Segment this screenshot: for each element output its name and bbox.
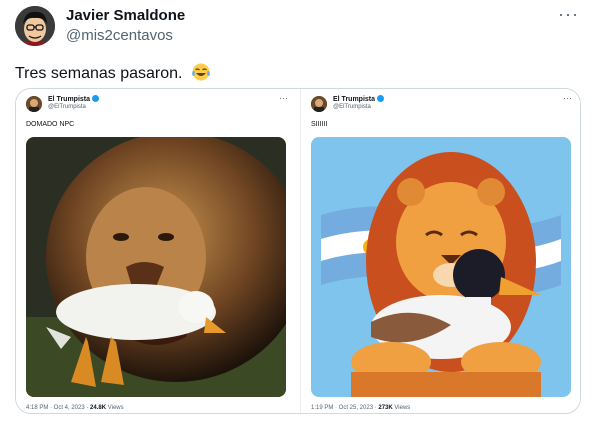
verified-badge-icon: [92, 95, 100, 102]
author-name[interactable]: Javier Smaldone: [66, 7, 185, 24]
embedded-views-count: 273K: [378, 405, 393, 411]
media-attachment[interactable]: El Trumpista @ElTrumpista ··· DOMADO NPC: [15, 88, 581, 414]
embedded-timestamp: 1:19 PM · Oct 25, 2023 ·: [311, 405, 379, 411]
lion-hugging-duck-image: [311, 137, 571, 397]
embedded-meta-right: 1:19 PM · Oct 25, 2023 · 273K Views: [311, 405, 410, 411]
author-handle[interactable]: @mis2centavos: [66, 27, 173, 44]
embedded-views-label: Views: [392, 405, 411, 411]
embedded-views-count: 24.8K: [90, 405, 107, 411]
embedded-tweet-left[interactable]: El Trumpista @ElTrumpista ··· DOMADO NPC: [16, 89, 298, 413]
avatar-photo-icon: [26, 96, 42, 112]
embedded-name-left: El Trumpista: [48, 95, 100, 103]
embedded-name-text: El Trumpista: [333, 96, 376, 103]
embedded-text-left: DOMADO NPC: [26, 121, 75, 128]
avatar-cartoon-icon: [15, 6, 55, 46]
tweet-text-block: Tres semanas pasaron.: [15, 62, 211, 83]
embedded-handle-right: @ElTrumpista: [333, 104, 371, 110]
embedded-name-right: El Trumpista: [333, 95, 385, 103]
more-options-icon[interactable]: ···: [558, 4, 579, 25]
embedded-handle-left: @ElTrumpista: [48, 104, 86, 110]
embedded-avatar-right: [311, 96, 327, 112]
embedded-text-right: SIIIIII: [311, 121, 328, 128]
embedded-more-icon: ···: [563, 93, 572, 103]
embedded-image-right: [311, 137, 571, 397]
avatar-photo-icon: [311, 96, 327, 112]
embedded-timestamp: 4:18 PM · Oct 4, 2023 ·: [26, 405, 91, 411]
author-avatar[interactable]: [15, 6, 55, 46]
tears-of-joy-emoji-icon: [192, 63, 210, 81]
embedded-name-text: El Trumpista: [48, 96, 91, 103]
embedded-more-icon: ···: [279, 93, 288, 103]
lion-eating-duck-image: [26, 137, 286, 397]
verified-badge-icon: [377, 95, 385, 102]
embedded-tweet-right[interactable]: El Trumpista @ElTrumpista ··· SIIIIII 1:…: [300, 89, 580, 413]
embedded-avatar-left: [26, 96, 42, 112]
embedded-meta-left: 4:18 PM · Oct 4, 2023 · 24.8K Views: [26, 405, 124, 411]
tweet-text: Tres semanas pasaron.: [15, 65, 183, 82]
embedded-image-left: [26, 137, 286, 397]
embedded-views-label: Views: [106, 405, 124, 411]
